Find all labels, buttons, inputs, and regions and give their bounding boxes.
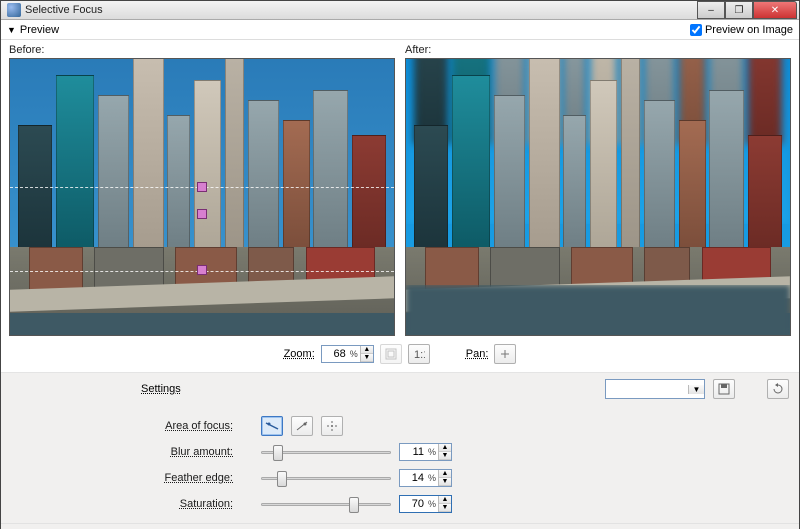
- blur-amount-slider[interactable]: [261, 443, 391, 461]
- actual-size-icon: 1:1: [413, 348, 425, 360]
- focus-handle[interactable]: [197, 209, 207, 219]
- blur-amount-label: Blur amount:: [11, 446, 261, 458]
- saturation-spinner[interactable]: % ▲▼: [399, 495, 452, 513]
- preview-on-image-checkbox[interactable]: [690, 24, 702, 36]
- zoom-step-down[interactable]: ▼: [361, 354, 373, 362]
- before-label: Before:: [9, 44, 395, 56]
- save-preset-button[interactable]: [713, 379, 735, 399]
- preview-on-image-toggle[interactable]: Preview on Image: [690, 24, 793, 36]
- slider-thumb[interactable]: [273, 445, 283, 461]
- zoom-spinner[interactable]: % ▲▼: [321, 345, 374, 363]
- step-up[interactable]: ▲: [439, 496, 451, 504]
- blur-amount-spinner[interactable]: % ▲▼: [399, 443, 452, 461]
- slider-thumb[interactable]: [349, 497, 359, 513]
- zoom-label: Zoom:: [284, 348, 315, 360]
- step-down[interactable]: ▼: [439, 452, 451, 460]
- settings-label: Settings: [141, 383, 181, 395]
- area-of-focus-label: Area of focus:: [11, 420, 261, 432]
- pan-tool-button[interactable]: [494, 344, 516, 364]
- saturation-label: Saturation:: [11, 498, 261, 510]
- blur-amount-input[interactable]: [400, 444, 426, 460]
- zoom-pan-toolbar: Zoom: % ▲▼ 1:1 Pan:: [1, 338, 799, 373]
- preview-section-label[interactable]: Preview: [20, 24, 59, 36]
- save-icon: [718, 383, 730, 395]
- window-close-button[interactable]: ✕: [753, 1, 797, 19]
- radial-focus-icon: [295, 420, 309, 432]
- chevron-down-icon: ▼: [688, 385, 704, 394]
- saturation-input[interactable]: [400, 496, 426, 512]
- reset-button[interactable]: [767, 379, 789, 399]
- preview-on-image-label: Preview on Image: [705, 24, 793, 36]
- step-down[interactable]: ▼: [439, 478, 451, 486]
- svg-text:1:1: 1:1: [414, 349, 425, 360]
- fit-to-window-button[interactable]: [380, 344, 402, 364]
- focus-handle[interactable]: [197, 182, 207, 192]
- step-down[interactable]: ▼: [439, 504, 451, 512]
- focus-handle[interactable]: [197, 265, 207, 275]
- spin-unit: %: [426, 447, 438, 457]
- saturation-slider[interactable]: [261, 495, 391, 513]
- dialog-button-row: OK Cancel Help: [1, 523, 799, 529]
- settings-preset-dropdown[interactable]: ▼: [605, 379, 705, 399]
- window-title: Selective Focus: [25, 4, 697, 16]
- before-image-preview[interactable]: [9, 58, 395, 336]
- planar-focus-tool-button[interactable]: [261, 416, 283, 436]
- collapse-arrow-icon[interactable]: ▼: [7, 25, 16, 35]
- step-up[interactable]: ▲: [439, 470, 451, 478]
- after-image-preview[interactable]: [405, 58, 791, 336]
- titlebar[interactable]: Selective Focus – ❐ ✕: [1, 1, 799, 20]
- feather-edge-input[interactable]: [400, 470, 426, 486]
- spin-unit: %: [426, 499, 438, 509]
- planar-focus-icon: [265, 420, 279, 432]
- zoom-step-up[interactable]: ▲: [361, 346, 373, 354]
- step-up[interactable]: ▲: [439, 444, 451, 452]
- settings-bar: Settings ▼: [1, 373, 799, 405]
- move-focus-tool-button[interactable]: [321, 416, 343, 436]
- zoom-unit: %: [348, 349, 360, 359]
- reset-icon: [772, 383, 784, 395]
- feather-edge-slider[interactable]: [261, 469, 391, 487]
- feather-edge-label: Feather edge:: [11, 472, 261, 484]
- window-minimize-button[interactable]: –: [697, 1, 725, 19]
- pan-label: Pan:: [466, 348, 489, 360]
- feather-edge-spinner[interactable]: % ▲▼: [399, 469, 452, 487]
- controls-panel: Area of focus: Blur amount:: [1, 405, 799, 523]
- selective-focus-dialog: Selective Focus – ❐ ✕ ▼ Preview Preview …: [0, 0, 800, 529]
- radial-focus-tool-button[interactable]: [291, 416, 313, 436]
- zoom-input[interactable]: [322, 346, 348, 362]
- actual-size-button[interactable]: 1:1: [408, 344, 430, 364]
- after-label: After:: [405, 44, 791, 56]
- move-focus-icon: [326, 420, 338, 432]
- slider-thumb[interactable]: [277, 471, 287, 487]
- app-icon: [7, 3, 21, 17]
- preview-section-header: ▼ Preview Preview on Image: [1, 20, 799, 40]
- fit-to-window-icon: [385, 348, 397, 360]
- pan-hand-icon: [499, 348, 511, 360]
- window-maximize-button[interactable]: ❐: [725, 1, 753, 19]
- spin-unit: %: [426, 473, 438, 483]
